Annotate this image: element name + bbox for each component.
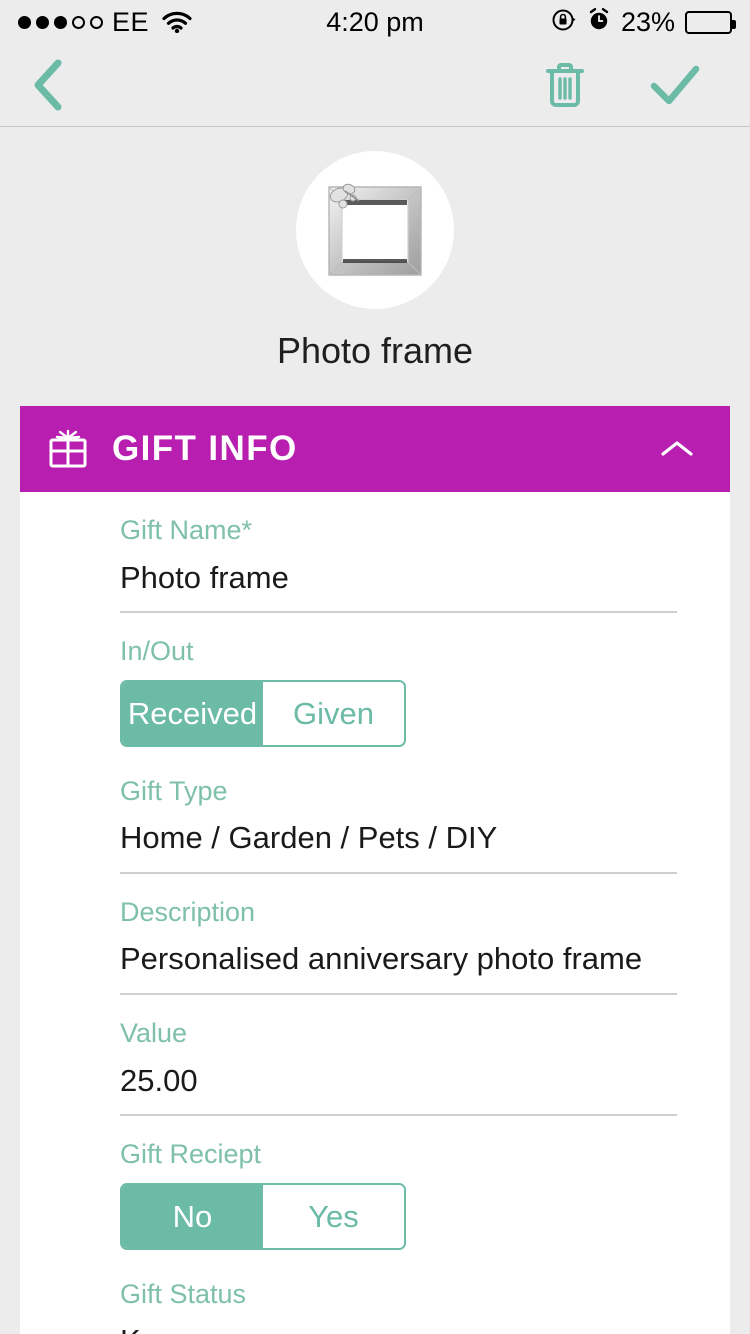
gift-info-body: Gift Name* Photo frame In/Out Received G… bbox=[20, 492, 730, 1334]
signal-strength-icon bbox=[18, 15, 103, 29]
field-gift-type[interactable]: Gift Type Home / Garden / Pets / DIY bbox=[20, 753, 730, 875]
description-value[interactable]: Personalised anniversary photo frame bbox=[120, 940, 694, 993]
delete-button[interactable] bbox=[542, 59, 588, 111]
carrier-label: EE bbox=[112, 6, 150, 37]
hero-section: Photo frame bbox=[0, 127, 750, 387]
rotation-lock-icon bbox=[551, 7, 577, 38]
gift-name-value[interactable]: Photo frame bbox=[120, 559, 694, 612]
status-bar-left: EE bbox=[18, 6, 192, 37]
wifi-icon bbox=[162, 11, 192, 34]
in-out-option-given[interactable]: Given bbox=[263, 681, 404, 745]
gift-avatar[interactable] bbox=[296, 151, 454, 309]
field-gift-name[interactable]: Gift Name* Photo frame bbox=[20, 492, 730, 614]
gift-type-value[interactable]: Home / Garden / Pets / DIY bbox=[120, 819, 694, 872]
in-out-segmented-control[interactable]: Received Given bbox=[120, 679, 406, 747]
gift-receipt-label: Gift Reciept bbox=[120, 1139, 262, 1170]
gift-type-label: Gift Type bbox=[120, 775, 228, 806]
back-button[interactable] bbox=[28, 57, 68, 113]
gift-receipt-option-yes[interactable]: Yes bbox=[263, 1184, 404, 1248]
navigation-bar bbox=[0, 44, 750, 127]
status-bar: EE 4:20 pm 23% bbox=[0, 0, 750, 44]
field-gift-status[interactable]: Gift Status Keep bbox=[20, 1256, 730, 1334]
description-label: Description bbox=[120, 897, 256, 928]
gift-receipt-segmented-control[interactable]: No Yes bbox=[120, 1182, 406, 1250]
app-screen: EE 4:20 pm 23% Photo frame GIFT INFO Gif… bbox=[0, 0, 750, 1334]
field-gift-receipt: Gift Reciept No Yes bbox=[20, 1116, 730, 1256]
value-label: Value bbox=[120, 1018, 188, 1049]
gift-icon bbox=[46, 427, 90, 471]
navigation-actions bbox=[542, 59, 722, 111]
gift-name-label: Gift Name* bbox=[120, 515, 253, 546]
field-description[interactable]: Description Personalised anniversary pho… bbox=[20, 874, 730, 996]
gift-info-header[interactable]: GIFT INFO bbox=[20, 406, 730, 493]
field-value[interactable]: Value 25.00 bbox=[20, 995, 730, 1117]
check-icon bbox=[650, 65, 700, 105]
in-out-label: In/Out bbox=[120, 636, 194, 667]
gift-status-label: Gift Status bbox=[120, 1278, 247, 1309]
gift-receipt-option-no[interactable]: No bbox=[122, 1184, 263, 1248]
section-title: GIFT INFO bbox=[112, 429, 298, 469]
photo-frame-image bbox=[328, 183, 422, 276]
in-out-option-received[interactable]: Received bbox=[122, 681, 263, 745]
field-in-out: In/Out Received Given bbox=[20, 613, 730, 753]
page-title: Photo frame bbox=[276, 330, 474, 371]
value-value[interactable]: 25.00 bbox=[120, 1062, 694, 1115]
status-bar-right: 23% bbox=[551, 6, 736, 38]
chevron-left-icon bbox=[34, 59, 62, 111]
alarm-clock-icon bbox=[587, 7, 611, 38]
trash-icon bbox=[546, 63, 584, 107]
collapse-toggle[interactable] bbox=[658, 437, 704, 461]
chevron-up-icon bbox=[661, 441, 693, 456]
gift-status-value[interactable]: Keep bbox=[120, 1322, 694, 1334]
battery-percent-label: 23% bbox=[620, 6, 675, 37]
battery-icon bbox=[685, 10, 736, 34]
confirm-button[interactable] bbox=[648, 62, 702, 108]
gift-info-section: GIFT INFO Gift Name* Photo frame In/Out … bbox=[20, 406, 730, 1334]
